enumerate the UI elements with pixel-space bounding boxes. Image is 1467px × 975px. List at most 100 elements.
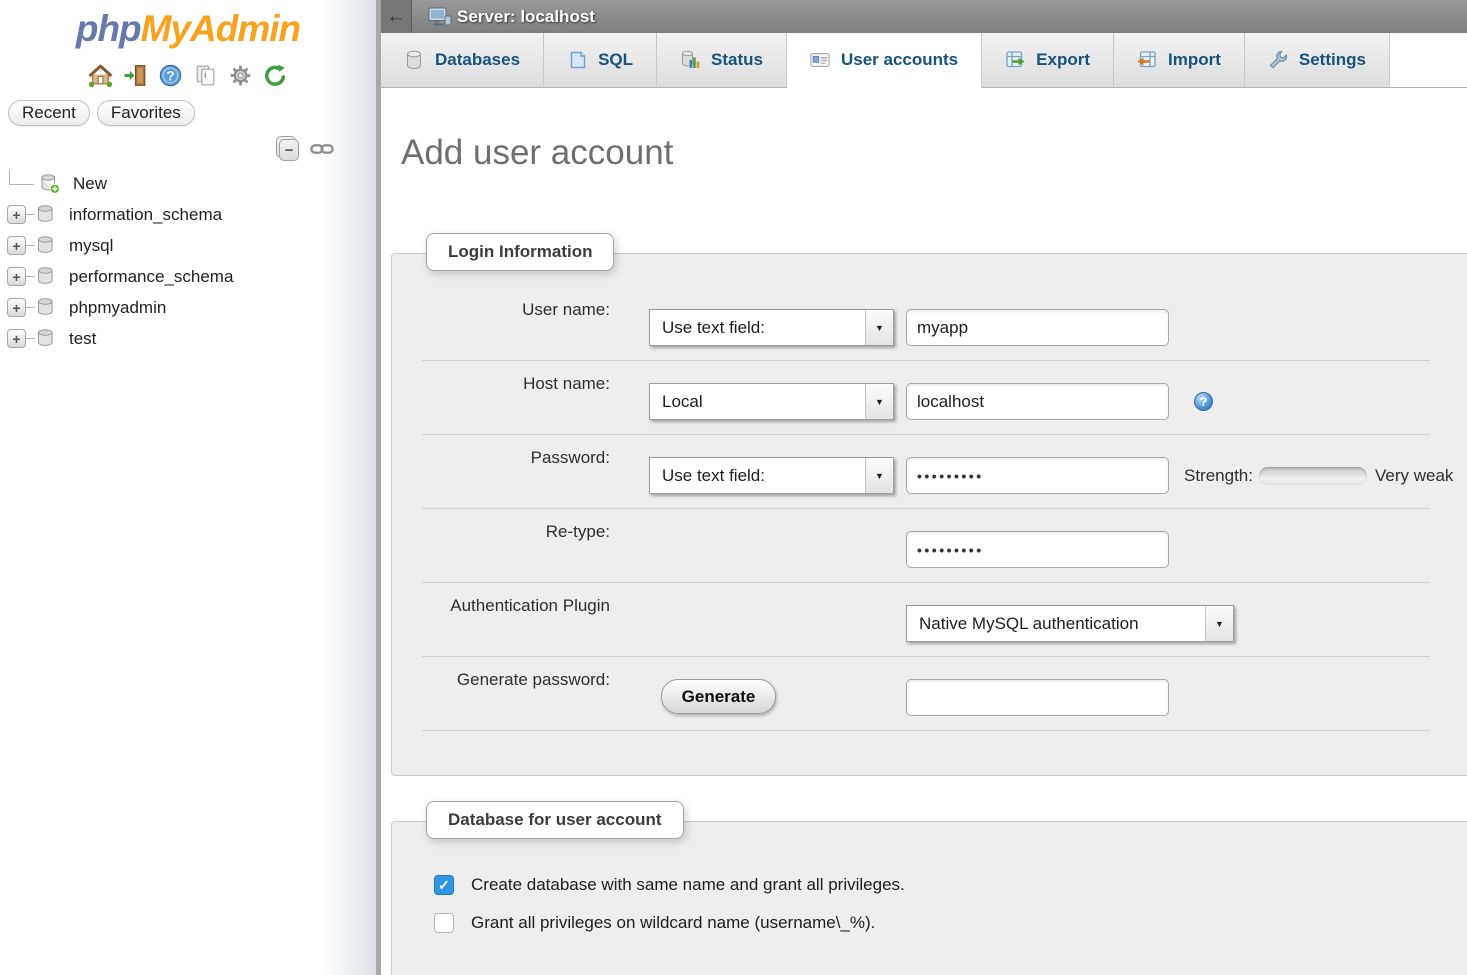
username-type-select[interactable]: Use text field: ▼ [649,309,894,346]
sql-scroll-icon [567,50,587,70]
tree-item-new[interactable]: New [0,168,376,199]
home-icon[interactable] [88,62,114,88]
grant-wildcard-option: ✓ Grant all privileges on wildcard name … [434,913,1467,933]
expand-icon[interactable]: + [7,267,26,286]
tab-label: User accounts [841,50,958,70]
password-type-select[interactable]: Use text field: ▼ [649,457,894,494]
favorites-button[interactable]: Favorites [97,100,195,126]
database-icon [35,328,56,349]
expand-icon[interactable]: + [7,298,26,317]
database-tree: New + information_schema + mysql + perfo… [0,168,376,354]
password-label: Password: [422,448,630,468]
retype-password-input[interactable] [906,531,1169,568]
status-chart-icon [680,50,700,70]
server-breadcrumb-bar: ← Server: localhost [381,0,1467,33]
password-strength: Strength: Very weak [1184,457,1453,494]
tab-label: Import [1168,50,1221,70]
back-arrow-button[interactable]: ← [381,0,412,33]
tree-controls: − [0,136,334,162]
expand-icon[interactable]: + [7,329,26,348]
database-icon [35,204,56,225]
password-input[interactable] [906,457,1169,494]
tree-item-database[interactable]: + performance_schema [0,261,376,292]
login-information-legend: Login Information [426,233,614,271]
help-icon[interactable]: ? [158,62,184,88]
tree-item-database[interactable]: + information_schema [0,199,376,230]
svg-text:i: i [204,70,207,80]
wrench-icon [1268,50,1288,70]
tab-import[interactable]: Import [1114,33,1245,88]
recent-button[interactable]: Recent [8,100,90,126]
create-database-option: ✓ Create database with same name and gra… [434,875,1467,895]
sidebar-toolbar: ? i [0,60,376,90]
tree-item-database[interactable]: + test [0,323,376,354]
svg-text:?: ? [166,68,174,83]
auth-plugin-select[interactable]: Native MySQL authentication ▼ [906,605,1234,642]
breadcrumb[interactable]: Server: localhost [457,7,595,27]
link-with-main-panel-icon[interactable] [310,141,334,157]
hostname-help-icon[interactable]: ? [1194,392,1213,411]
tab-label: Export [1036,50,1090,70]
strength-meter [1259,467,1367,485]
tab-label: Status [711,50,763,70]
expand-icon[interactable]: + [7,205,26,224]
tree-item-label[interactable]: information_schema [69,205,222,225]
tab-user-accounts[interactable]: User accounts [787,33,982,88]
settings-gear-icon[interactable] [228,62,254,88]
phpmyadmin-app: phpMyAdmin ? i Recent Favorites [0,0,1467,975]
sidebar: phpMyAdmin ? i Recent Favorites [0,0,381,975]
database-icon [35,266,56,287]
page-content: Add user account Login Information User … [381,88,1467,975]
generated-password-input[interactable] [906,679,1169,716]
logout-icon[interactable] [123,62,149,88]
checkbox-label[interactable]: Grant all privileges on wildcard name (u… [471,913,875,933]
username-input[interactable] [906,309,1169,346]
tab-label: Databases [435,50,520,70]
sidebar-filters: Recent Favorites [8,100,376,126]
password-row: Password: Use text field: ▼ Strength: Ve… [422,435,1430,509]
chevron-down-icon: ▼ [865,458,893,493]
generate-password-label: Generate password: [422,670,630,690]
hostname-type-select[interactable]: Local ▼ [649,383,894,420]
tree-item-label[interactable]: performance_schema [69,267,233,287]
create-database-checkbox[interactable]: ✓ [434,875,454,895]
tree-item-database[interactable]: + mysql [0,230,376,261]
chevron-down-icon: ▼ [1205,606,1233,641]
tree-connector [9,170,34,185]
generate-button[interactable]: Generate [661,679,776,714]
grant-wildcard-checkbox[interactable]: ✓ [434,913,454,933]
auth-plugin-row: Authentication Plugin Native MySQL authe… [422,583,1430,657]
logo-myadmin: MyAdmin [141,8,301,49]
chevron-down-icon: ▼ [865,384,893,419]
page-title: Add user account [401,132,1467,173]
refresh-icon[interactable] [263,62,289,88]
login-information-fieldset: Login Information User name: Use text fi… [391,253,1467,776]
import-icon [1137,50,1157,70]
auth-plugin-label: Authentication Plugin [422,596,630,616]
tab-sql[interactable]: SQL [544,33,657,88]
new-database-icon [39,173,60,194]
collapse-all-icon[interactable]: − [276,136,300,162]
strength-value: Very weak [1375,466,1453,486]
hostname-input[interactable] [906,383,1169,420]
hostname-row: Host name: Local ▼ ? [422,361,1430,435]
tab-settings[interactable]: Settings [1245,33,1390,88]
checkbox-label[interactable]: Create database with same name and grant… [471,875,905,895]
tree-item-label[interactable]: mysql [69,236,113,256]
user-accounts-card-icon [810,50,830,70]
tab-export[interactable]: Export [982,33,1114,88]
docs-icon[interactable]: i [193,62,219,88]
tree-item-label[interactable]: test [69,329,96,349]
expand-icon[interactable]: + [7,236,26,255]
tree-item-database[interactable]: + phpmyadmin [0,292,376,323]
tree-item-label[interactable]: phpmyadmin [69,298,166,318]
database-for-user-fieldset: Database for user account ✓ Create datab… [391,821,1467,975]
tree-item-label[interactable]: New [73,174,107,194]
main-panel: ← Server: localhost Databases SQL Status… [381,0,1467,975]
database-icon [404,50,424,70]
tab-databases[interactable]: Databases [381,33,544,88]
tab-status[interactable]: Status [657,33,787,88]
phpmyadmin-logo[interactable]: phpMyAdmin [0,8,376,50]
logo-php: php [76,8,141,49]
tab-label: SQL [598,50,633,70]
